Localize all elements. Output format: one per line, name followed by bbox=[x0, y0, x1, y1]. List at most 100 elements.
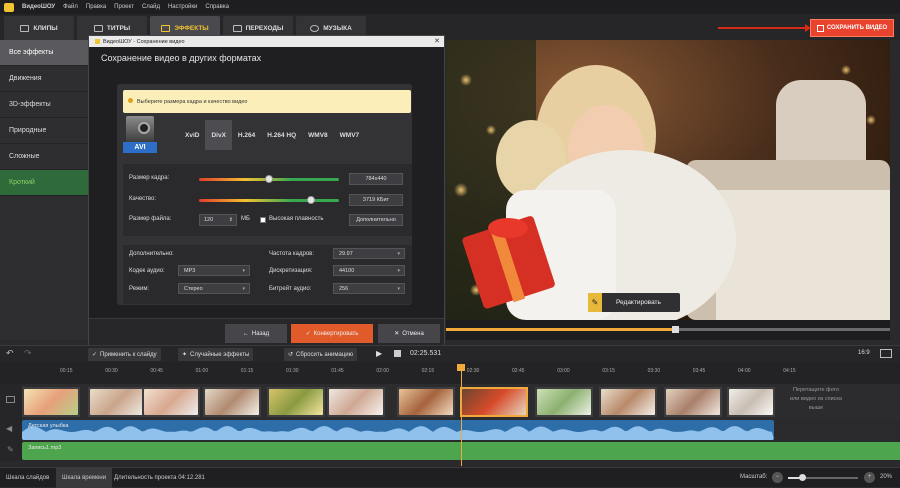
slide-clip[interactable] bbox=[727, 387, 775, 417]
quality-slider[interactable] bbox=[199, 199, 339, 202]
reset-icon: ↺ bbox=[288, 352, 294, 358]
slide-clip[interactable] bbox=[267, 387, 325, 417]
ruler-tick-label: 03:15 bbox=[602, 368, 615, 374]
tab-slide-scale[interactable]: Шкала слайдов bbox=[0, 468, 55, 488]
edit-button[interactable]: ✎ Редактировать bbox=[588, 293, 680, 312]
sidebar-item-gentle[interactable]: Кроткий bbox=[0, 170, 88, 196]
codec-tab[interactable]: WMV8 bbox=[302, 120, 334, 150]
file-size-input[interactable]: 120 ⇕ bbox=[199, 214, 237, 226]
apply-to-slide-button[interactable]: ✓ Применить к слайду bbox=[88, 348, 161, 361]
codec-tab[interactable]: H.264 bbox=[232, 120, 261, 150]
sidebar-item-3d[interactable]: 3D-эффекты bbox=[0, 92, 88, 118]
sidebar-item-motion[interactable]: Движения bbox=[0, 66, 88, 92]
slide-clip[interactable] bbox=[664, 387, 722, 417]
sidebar-item-complex[interactable]: Сложные bbox=[0, 144, 88, 170]
undo-icon[interactable]: ↶ bbox=[6, 348, 14, 359]
sidebar-item-all[interactable]: Все эффекты bbox=[0, 40, 88, 66]
voice-track-label: Запись1.mp3 bbox=[28, 445, 62, 451]
fps-select[interactable]: 29.97 bbox=[333, 248, 405, 259]
tab-label: ПЕРЕХОДЫ bbox=[245, 24, 284, 32]
playhead-marker[interactable] bbox=[457, 364, 465, 371]
music-track-clip[interactable]: Детская улыбка bbox=[22, 420, 774, 440]
audio-codec-label: Кодек аудио: bbox=[129, 268, 165, 274]
quality-value[interactable]: 3719 КБит bbox=[349, 194, 403, 206]
frame-size-value[interactable]: 784x440 bbox=[349, 173, 403, 185]
menu-slide[interactable]: Слайд bbox=[142, 4, 160, 10]
advanced-button[interactable]: Дополнительно bbox=[349, 214, 403, 226]
aspect-ratio[interactable]: 16:9 bbox=[858, 350, 870, 356]
codec-tab[interactable]: WMV7 bbox=[334, 120, 366, 150]
codec-tab-active[interactable]: DivX bbox=[205, 120, 232, 150]
slide-clip[interactable] bbox=[142, 387, 200, 417]
random-effects-button[interactable]: ✦ Случайные эффекты bbox=[178, 348, 254, 361]
ruler-tick-label: 01:45 bbox=[331, 368, 344, 374]
app-name: ВидеоШОУ bbox=[22, 4, 56, 10]
video-preview[interactable] bbox=[446, 40, 890, 320]
menu-project[interactable]: Проект bbox=[114, 4, 134, 10]
sidebar-item-label: Кроткий bbox=[9, 179, 35, 186]
file-size-value: 120 bbox=[204, 217, 214, 223]
smooth-label: Высокая плавность bbox=[269, 216, 324, 222]
transition-icon bbox=[232, 24, 242, 32]
drag-hint: Перетащите фото или видео из списка выше bbox=[790, 387, 842, 411]
timeline-ruler[interactable]: 00:15 00:30 00:45 01:00 01:15 01:30 01:45 02:00… bbox=[0, 362, 900, 384]
codec-tab[interactable]: H.264 HQ bbox=[261, 120, 302, 150]
tab-label: ЭФФЕКТЫ bbox=[174, 24, 209, 32]
ruler-tick-label: 04:00 bbox=[738, 368, 751, 374]
back-button[interactable]: ← Назад bbox=[225, 324, 287, 343]
info-icon bbox=[128, 98, 133, 103]
scrubber-handle[interactable] bbox=[672, 326, 679, 333]
menu-edit[interactable]: Правка bbox=[86, 4, 106, 10]
audio-codec-select[interactable]: MP3 bbox=[178, 265, 250, 276]
dialog-heading: Сохранение видео в других форматах bbox=[101, 53, 262, 63]
fullscreen-icon[interactable] bbox=[880, 349, 892, 358]
quality-label: Качество: bbox=[129, 196, 157, 202]
slide-clip[interactable] bbox=[327, 387, 385, 417]
audio-settings: Дополнительно: Кодек аудио: MP3 Режим: С… bbox=[123, 245, 412, 304]
zoom-slider-handle[interactable] bbox=[799, 474, 806, 481]
reset-animation-button[interactable]: ↺ Сбросить анимацию bbox=[284, 348, 358, 361]
extra-header: Дополнительно: bbox=[129, 251, 174, 257]
slide-clip[interactable] bbox=[22, 387, 80, 417]
tab-time-scale[interactable]: Шкала времени bbox=[56, 468, 113, 488]
convert-button[interactable]: ✓ Конвертировать bbox=[291, 324, 373, 343]
menu-file[interactable]: Файл bbox=[63, 4, 78, 10]
close-icon[interactable]: ✕ bbox=[434, 37, 440, 45]
pencil-icon: ✎ bbox=[588, 293, 602, 312]
slide-clip[interactable] bbox=[599, 387, 657, 417]
slide-clip[interactable] bbox=[203, 387, 261, 417]
codec-tab[interactable]: XviD bbox=[179, 120, 205, 150]
cancel-button[interactable]: ✕ Отмена bbox=[378, 324, 440, 343]
stepper-icon[interactable]: ⇕ bbox=[229, 217, 233, 223]
tab-clips[interactable]: КЛИПЫ bbox=[4, 16, 74, 40]
play-icon[interactable]: ▶ bbox=[376, 349, 382, 358]
menu-help[interactable]: Справка bbox=[205, 4, 229, 10]
zoom-in-icon[interactable]: + bbox=[864, 472, 875, 483]
tab-label: МУЗЫКА bbox=[323, 24, 352, 32]
zoom-out-icon[interactable]: − bbox=[772, 472, 783, 483]
tab-label: Шкала времени bbox=[62, 475, 107, 481]
slide-clip[interactable] bbox=[397, 387, 455, 417]
smooth-checkbox[interactable] bbox=[260, 217, 266, 223]
sampling-select[interactable]: 44100 bbox=[333, 265, 405, 276]
info-note: Выберите размера кадра и качество видео bbox=[123, 90, 411, 113]
save-icon bbox=[816, 24, 824, 32]
quality-slider-handle[interactable] bbox=[307, 196, 315, 204]
sidebar-item-nature[interactable]: Природные bbox=[0, 118, 88, 144]
file-size-unit: МБ bbox=[241, 216, 250, 222]
sidebar-item-label: Природные bbox=[9, 127, 47, 134]
menu-settings[interactable]: Настройки bbox=[168, 4, 197, 10]
save-video-button[interactable]: СОХРАНИТЬ ВИДЕО bbox=[810, 19, 894, 37]
ruler-tick-label: 04:15 bbox=[783, 368, 796, 374]
mode-select[interactable]: Стерео bbox=[178, 283, 250, 294]
stop-icon[interactable] bbox=[394, 350, 401, 357]
slide-clip[interactable] bbox=[535, 387, 593, 417]
slide-clip-selected[interactable] bbox=[460, 387, 528, 417]
tab-label: Шкала слайдов bbox=[6, 475, 50, 481]
slide-clip[interactable] bbox=[88, 387, 146, 417]
bitrate-select[interactable]: 256 bbox=[333, 283, 405, 294]
redo-icon[interactable]: ↷ bbox=[24, 348, 32, 359]
frame-size-slider-handle[interactable] bbox=[265, 175, 273, 183]
ruler-tick-label: 02:30 bbox=[466, 368, 480, 374]
music-icon bbox=[310, 24, 320, 32]
